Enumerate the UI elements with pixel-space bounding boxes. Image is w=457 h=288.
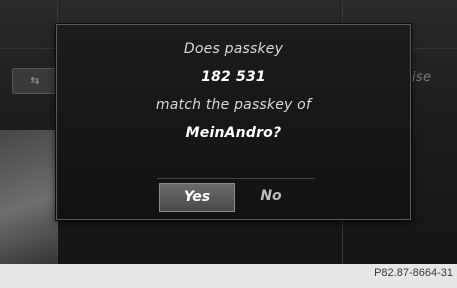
dialog-line-match: match the passkey of: [155, 97, 312, 113]
background-glow: [0, 130, 58, 264]
swap-icon: ⇆: [30, 74, 40, 87]
no-button[interactable]: No: [243, 183, 299, 210]
display-screen: ⇆ ise Does passkey 182 531 match the pas…: [0, 0, 457, 264]
figure-caption: P82.87-8664-31: [374, 267, 453, 279]
passkey-value: 182 531: [201, 69, 266, 85]
background-label: ise: [412, 70, 432, 85]
background-tab-button[interactable]: ⇆: [12, 68, 58, 94]
dialog-buttons: Yes No: [157, 178, 315, 212]
yes-button[interactable]: Yes: [159, 183, 235, 212]
dialog-line-question: Does passkey: [183, 41, 284, 57]
passkey-dialog: Does passkey 182 531 match the passkey o…: [56, 24, 411, 220]
device-name: MeinAndro?: [185, 125, 282, 141]
